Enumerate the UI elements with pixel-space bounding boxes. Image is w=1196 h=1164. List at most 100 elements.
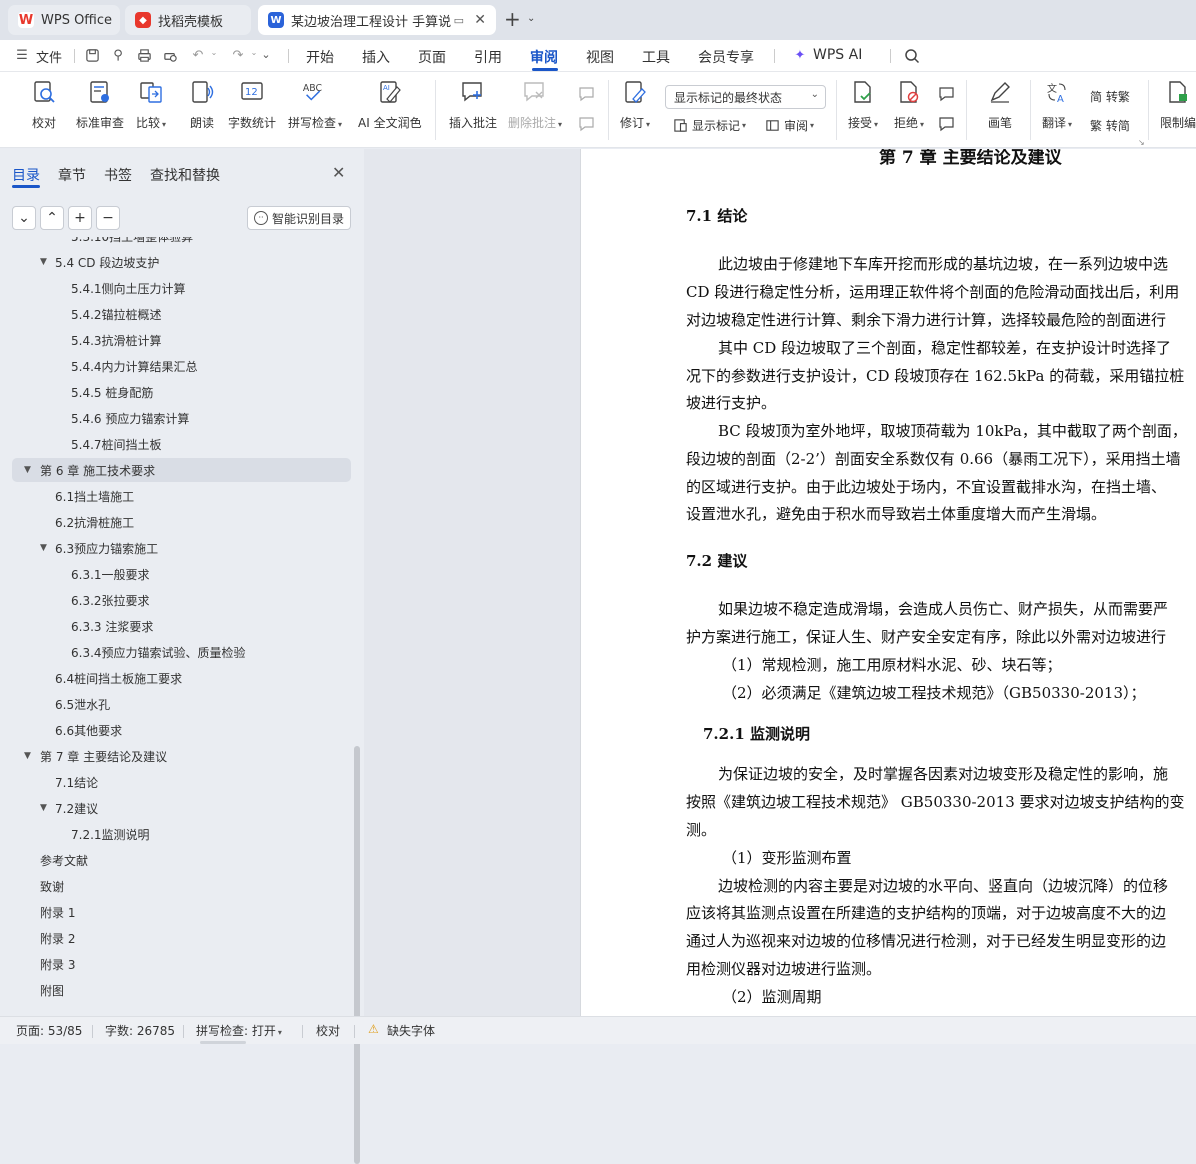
toc-item[interactable]: 5.4.5 桩身配筋 — [0, 380, 352, 404]
ribbon-expand-icon[interactable]: ↘ — [1138, 138, 1145, 147]
toc-item[interactable]: 附录 2 — [0, 926, 352, 950]
markup-display-select[interactable]: 显示标记的最终状态 ⌄ — [665, 85, 826, 109]
remove-toc-button[interactable]: − — [96, 206, 120, 230]
menu-wps-ai[interactable]: WPS AI — [813, 47, 862, 63]
smart-toc-button[interactable]: ·· 智能识别目录 — [247, 206, 351, 230]
menu-page[interactable]: 页面 — [418, 47, 446, 67]
proofread-button[interactable]: 校对 — [30, 78, 58, 131]
search-icon[interactable] — [904, 48, 920, 64]
toc-item[interactable]: 附录 1 — [0, 900, 352, 924]
collapse-up-button[interactable]: ⌃ — [40, 206, 64, 230]
toc-item[interactable]: 5.4.4内力计算结果汇总 — [0, 354, 352, 378]
toc-item[interactable]: ▼ 7.2建议 — [0, 796, 352, 820]
show-markup-button[interactable]: 显示标记 ▾ — [672, 117, 746, 134]
menu-membership[interactable]: 会员专享 — [698, 47, 754, 67]
close-tab-icon[interactable]: ✕ — [474, 12, 486, 28]
save-icon[interactable] — [84, 48, 100, 64]
expanded-triangle-icon[interactable]: ▼ — [24, 751, 31, 761]
toc-item[interactable]: 5.4.1侧向土压力计算 — [0, 276, 352, 300]
delete-comment-button[interactable]: 删除批注 ▾ — [508, 78, 562, 131]
spell-check-button[interactable]: ABC 拼写检查 ▾ — [288, 78, 342, 131]
menu-view[interactable]: 视图 — [586, 47, 614, 67]
more-chevron-icon[interactable]: ⌄ — [258, 48, 274, 64]
expanded-triangle-icon[interactable]: ▼ — [40, 257, 47, 267]
word-count-button[interactable]: 12 字数统计 — [228, 78, 276, 131]
document-page[interactable]: 第 7 章 主要结论及建议 7.1 结论 此边坡由于修建地下车库开挖而形成的基坑边… — [580, 149, 1196, 1016]
to-traditional-button[interactable]: 简 转繁 — [1090, 88, 1130, 105]
add-toc-button[interactable]: + — [68, 206, 92, 230]
spell-check-status[interactable]: 拼写检查: 打开 ▾ — [196, 1022, 282, 1039]
toc-item[interactable]: 致谢 — [0, 874, 352, 898]
toc-item[interactable]: 7.2.1监测说明 — [0, 822, 352, 846]
translate-button[interactable]: 文A 翻译 ▾ — [1042, 78, 1072, 131]
toc-item[interactable]: 附录 3 — [0, 952, 352, 976]
tab-find-replace[interactable]: 查找和替换 — [150, 165, 220, 185]
missing-font-status[interactable]: 缺失字体 — [387, 1022, 435, 1039]
tab-toc[interactable]: 目录 — [12, 165, 40, 185]
toc-item[interactable]: 6.3.1一般要求 — [0, 562, 352, 586]
toc-scrollbar[interactable] — [354, 746, 360, 1164]
toc-item[interactable]: 5.4.6 预应力锚索计算 — [0, 406, 352, 430]
toc-item[interactable]: 5.4.3抗滑桩计算 — [0, 328, 352, 352]
toc-item[interactable]: 6.1挡土墙施工 — [0, 484, 352, 508]
next-change-icon[interactable] — [938, 116, 956, 132]
previous-change-icon[interactable] — [938, 86, 956, 102]
expanded-triangle-icon[interactable]: ▼ — [40, 803, 47, 813]
toc-item[interactable]: 6.3.4预应力锚索试验、质量检验 — [0, 640, 352, 664]
menu-review[interactable]: 审阅 — [530, 47, 558, 67]
menu-tools[interactable]: 工具 — [642, 47, 670, 67]
toc-item[interactable]: 5.4.7桩间挡土板 — [0, 432, 352, 456]
standard-review-button[interactable]: 标准审查 — [76, 78, 124, 131]
read-aloud-button[interactable]: 朗读 — [188, 78, 216, 131]
toc-item[interactable]: 6.3.3 注浆要求 — [0, 614, 352, 638]
toc-item[interactable]: 6.3.2张拉要求 — [0, 588, 352, 612]
toc-item[interactable]: 6.4桩间挡土板施工要求 — [0, 666, 352, 690]
tab-current-document[interactable]: W 某边坡治理工程设计 手算说明 ▭ ✕ — [258, 5, 496, 35]
next-comment-icon[interactable] — [578, 116, 596, 132]
pen-button[interactable]: 画笔 — [986, 78, 1014, 131]
word-count-indicator[interactable]: 字数: 26785 — [105, 1022, 175, 1039]
tab-bookmarks[interactable]: 书签 — [104, 165, 132, 185]
redo-icon[interactable]: ↷ — [230, 48, 246, 64]
hamburger-icon[interactable]: ☰ — [14, 48, 30, 64]
toc-item[interactable]: ▼ 5.4 CD 段边坡支护 — [0, 250, 352, 274]
print-preview-icon[interactable] — [162, 48, 178, 64]
expanded-triangle-icon[interactable]: ▼ — [24, 465, 31, 475]
review-pane-button[interactable]: 审阅 ▾ — [764, 117, 814, 134]
expand-down-button[interactable]: ⌄ — [12, 206, 36, 230]
to-simplified-button[interactable]: 繁 转简 — [1090, 117, 1130, 134]
chevron-down-icon[interactable]: ⌄ — [206, 48, 222, 64]
page-indicator[interactable]: 页面: 53/85 — [16, 1022, 82, 1039]
chevron-down-icon[interactable]: ⌄ — [527, 13, 535, 24]
compare-button[interactable]: 比较 ▾ — [136, 78, 166, 131]
toc-item[interactable]: 6.2抗滑桩施工 — [0, 510, 352, 534]
close-pane-icon[interactable]: ✕ — [332, 163, 345, 182]
toc-item[interactable]: 6.6其他要求 — [0, 718, 352, 742]
menu-insert[interactable]: 插入 — [362, 47, 390, 67]
proof-status[interactable]: 校对 — [316, 1022, 340, 1039]
insert-comment-button[interactable]: 插入批注 — [449, 78, 497, 131]
new-tab-icon[interactable]: + — [504, 9, 521, 29]
tab-sections[interactable]: 章节 — [58, 165, 86, 185]
menu-references[interactable]: 引用 — [474, 47, 502, 67]
toc-item[interactable]: ▼ 6.3预应力锚索施工 — [0, 536, 352, 560]
ai-polish-button[interactable]: AI AI 全文润色 — [358, 78, 422, 131]
toc-item[interactable]: ▼ 第 6 章 施工技术要求 — [12, 458, 351, 482]
toc-item[interactable]: 参考文献 — [0, 848, 352, 872]
toc-item[interactable]: 5.3.10挡土墙整体验算 — [0, 237, 352, 248]
accept-button[interactable]: 接受 ▾ — [848, 78, 878, 131]
tab-wps-office[interactable]: W WPS Office — [8, 5, 120, 35]
previous-comment-icon[interactable] — [578, 86, 596, 102]
expanded-triangle-icon[interactable]: ▼ — [40, 543, 47, 553]
track-changes-button[interactable]: 修订 ▾ — [620, 78, 650, 131]
toc-item[interactable]: 7.1结论 — [0, 770, 352, 794]
toc-item[interactable]: 附图 — [0, 978, 352, 1002]
toc-item[interactable]: ▼ 第 7 章 主要结论及建议 — [0, 744, 352, 768]
undo-icon[interactable]: ↶ — [190, 48, 206, 64]
monitor-icon[interactable]: ▭ — [454, 14, 464, 27]
reject-button[interactable]: 拒绝 ▾ — [894, 78, 924, 131]
toc-item[interactable]: 5.4.2锚拉桩概述 — [0, 302, 352, 326]
restrict-edit-button[interactable]: 限制编 — [1160, 78, 1196, 131]
menu-home[interactable]: 开始 — [306, 47, 334, 67]
tab-docer-templates[interactable]: ◆ 找稻壳模板 — [125, 5, 251, 35]
